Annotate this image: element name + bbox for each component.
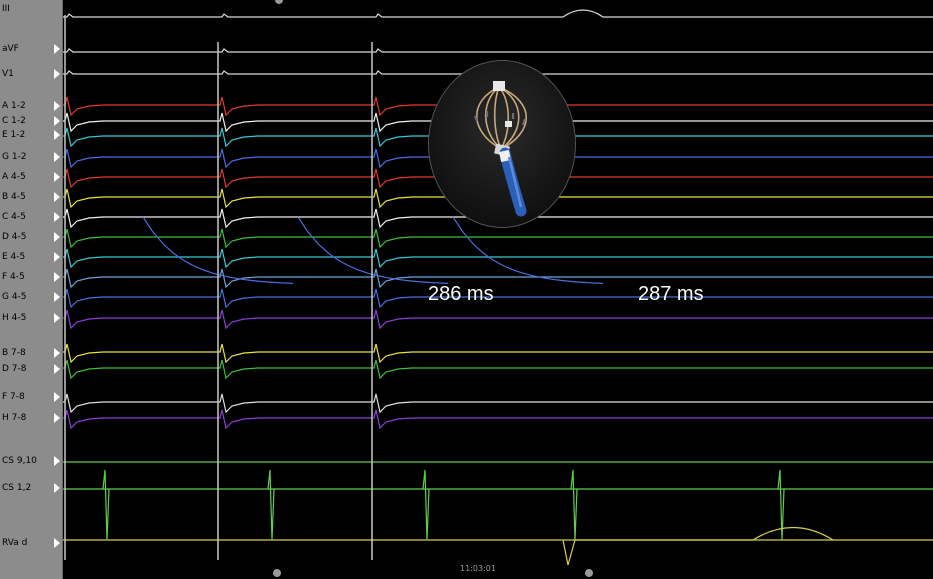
play-arrow-icon[interactable] <box>54 456 60 466</box>
decay-curve-1 <box>297 216 449 285</box>
play-arrow-icon[interactable] <box>54 538 60 548</box>
channel-label: H 4-5 <box>2 313 27 323</box>
play-arrow-icon[interactable] <box>54 348 60 358</box>
channel-label: A 1-2 <box>2 101 26 111</box>
channel-label: RVa d <box>2 538 28 548</box>
channel-row-b45[interactable]: B 4-5 <box>0 190 62 206</box>
trace-14 <box>63 309 933 330</box>
play-arrow-icon[interactable] <box>54 152 60 162</box>
trace-17 <box>63 393 933 414</box>
channel-label: D 7-8 <box>2 364 27 374</box>
decay-curve-2 <box>452 216 604 285</box>
channel-row-f45[interactable]: F 4-5 <box>0 270 62 286</box>
channel-row-d78[interactable]: D 7-8 <box>0 362 62 378</box>
play-arrow-icon[interactable] <box>54 130 60 140</box>
channel-row-b78[interactable]: B 7-8 <box>0 346 62 362</box>
channel-row-a45[interactable]: A 4-5 <box>0 170 62 186</box>
trace-18 <box>63 409 933 430</box>
play-arrow-icon[interactable] <box>54 116 60 126</box>
channel-row-f78[interactable]: F 7-8 <box>0 390 62 406</box>
play-arrow-icon[interactable] <box>54 212 60 222</box>
trace-12 <box>63 268 933 289</box>
trace-16 <box>63 359 933 380</box>
play-arrow-icon[interactable] <box>54 192 60 202</box>
channel-label: CS 1,2 <box>2 483 32 493</box>
play-arrow-icon[interactable] <box>54 392 60 402</box>
rv-deflection <box>562 526 834 566</box>
play-arrow-icon[interactable] <box>54 69 60 79</box>
channel-row-e12[interactable]: E 1-2 <box>0 128 62 144</box>
channel-label: aVF <box>2 44 19 54</box>
channel-label: H 7-8 <box>2 413 27 423</box>
basket-catheter-icon <box>429 61 575 227</box>
play-arrow-icon[interactable] <box>54 413 60 423</box>
channel-label: A 4-5 <box>2 172 26 182</box>
time-readout: 11:03:01 <box>460 564 496 573</box>
cursor-marker[interactable] <box>273 569 281 577</box>
channel-label: C 4-5 <box>2 212 26 222</box>
catheter-inset-image <box>428 60 576 228</box>
channel-row-g45[interactable]: G 4-5 <box>0 290 62 306</box>
channel-label: CS 9,10 <box>2 456 37 466</box>
ep-recording-window: III aVF V1 A 1-2 C 1-2 E 1-2 G 1-2 A 4-5 <box>0 0 933 579</box>
channel-label: G 1-2 <box>2 152 27 162</box>
interval-label-2: 287 ms <box>638 283 704 305</box>
interval-label-1: 286 ms <box>428 283 494 305</box>
channel-row-cs910[interactable]: CS 9,10 <box>0 454 62 470</box>
channel-label: E 4-5 <box>2 252 26 262</box>
channel-row-a12[interactable]: A 1-2 <box>0 99 62 115</box>
channel-row-avf[interactable]: aVF <box>0 42 62 58</box>
play-arrow-icon[interactable] <box>54 364 60 374</box>
channel-label: B 7-8 <box>2 348 26 358</box>
trace-11 <box>63 248 933 269</box>
cursor-marker[interactable] <box>585 569 593 577</box>
channel-row-g12[interactable]: G 1-2 <box>0 150 62 166</box>
channel-row-d45[interactable]: D 4-5 <box>0 230 62 246</box>
channel-label: E 1-2 <box>2 130 26 140</box>
cs-deflection-0 <box>102 469 110 541</box>
trace-15 <box>63 343 933 364</box>
trace-0 <box>63 9 933 18</box>
play-arrow-icon[interactable] <box>54 272 60 282</box>
channel-label: G 4-5 <box>2 292 27 302</box>
channel-row-e45[interactable]: E 4-5 <box>0 250 62 266</box>
channel-row-iii[interactable]: III <box>0 2 62 18</box>
play-arrow-icon[interactable] <box>54 44 60 54</box>
channel-row-cs12[interactable]: CS 1,2 <box>0 481 62 497</box>
channel-label: B 4-5 <box>2 192 26 202</box>
channel-row-v1[interactable]: V1 <box>0 67 62 83</box>
channel-label: D 4-5 <box>2 232 27 242</box>
play-arrow-icon[interactable] <box>54 172 60 182</box>
cs-deflection-2 <box>422 469 430 541</box>
channel-row-rvad[interactable]: RVa d <box>0 536 62 552</box>
play-arrow-icon[interactable] <box>54 232 60 242</box>
channel-label: C 1-2 <box>2 116 26 126</box>
trace-13 <box>63 288 933 309</box>
channel-label: V1 <box>2 69 14 79</box>
play-arrow-icon[interactable] <box>54 101 60 111</box>
trace-10 <box>63 228 933 249</box>
channel-label-panel: III aVF V1 A 1-2 C 1-2 E 1-2 G 1-2 A 4-5 <box>0 0 63 579</box>
channel-label: F 7-8 <box>2 392 25 402</box>
trace-1 <box>63 48 933 53</box>
play-arrow-icon[interactable] <box>54 252 60 262</box>
channel-label: III <box>2 4 10 14</box>
play-arrow-icon[interactable] <box>54 483 60 493</box>
cs-deflection-3 <box>570 469 578 541</box>
play-arrow-icon[interactable] <box>54 292 60 302</box>
channel-row-h45[interactable]: H 4-5 <box>0 311 62 327</box>
channel-label: F 4-5 <box>2 272 25 282</box>
cs-deflection-1 <box>267 469 275 541</box>
channel-row-h78[interactable]: H 7-8 <box>0 411 62 427</box>
channel-row-c45[interactable]: C 4-5 <box>0 210 62 226</box>
play-arrow-icon[interactable] <box>54 313 60 323</box>
